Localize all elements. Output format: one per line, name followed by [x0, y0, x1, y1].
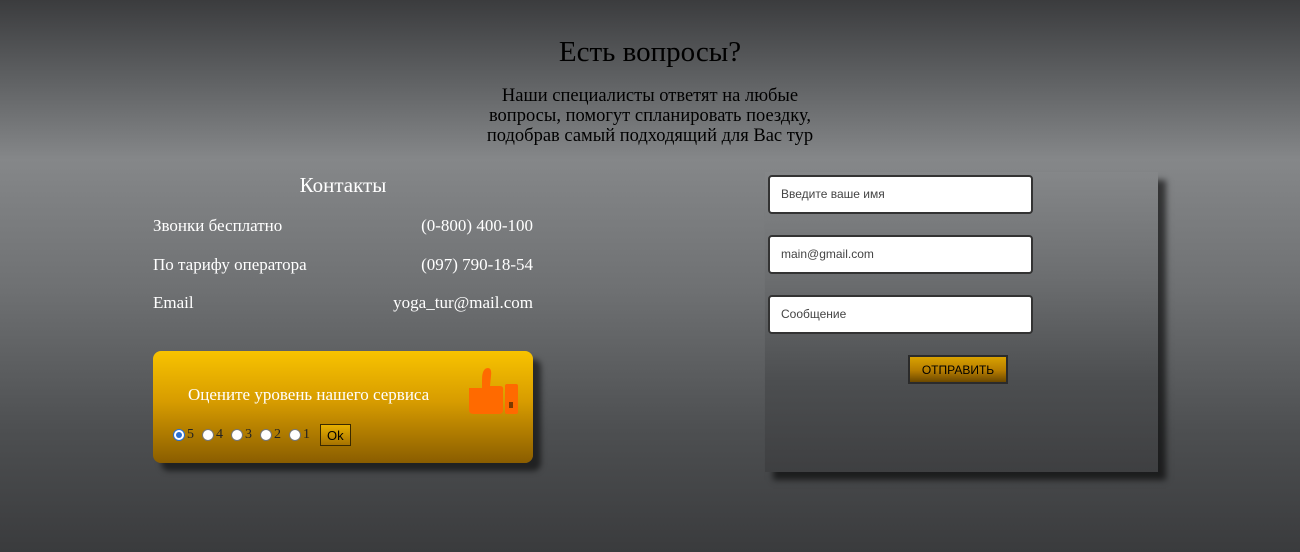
rating-option-label: 1: [303, 427, 310, 442]
contact-label: По тарифу оператора: [153, 255, 307, 274]
rating-option-2[interactable]: 2: [260, 427, 281, 443]
rating-option-label: 4: [216, 427, 223, 442]
radio-5[interactable]: [173, 429, 185, 441]
radio-2[interactable]: [260, 429, 272, 441]
radio-3[interactable]: [231, 429, 243, 441]
subtitle-line: вопросы, помогут спланировать поездку,: [488, 106, 812, 126]
rating-label: Оцените уровень нашего сервиса: [188, 385, 430, 404]
contact-value: (097) 790-18-54: [421, 255, 533, 274]
contact-value: yoga_tur@mail.com: [393, 293, 533, 312]
rating-ok-button[interactable]: Ok: [320, 424, 351, 446]
contacts-title: Контакты: [299, 173, 387, 197]
message-input[interactable]: Сообщение: [768, 295, 1033, 334]
contact-label: Email: [153, 293, 194, 312]
rating-option-label: 2: [274, 427, 281, 442]
contact-label: Звонки бесплатно: [153, 216, 283, 235]
name-input[interactable]: Введите ваше имя: [768, 175, 1033, 214]
rating-option-4[interactable]: 4: [202, 427, 223, 443]
contact-row-operator: По тарифу оператора (097) 790-18-54: [153, 255, 533, 275]
contact-row-email: Email yoga_tur@mail.com: [153, 293, 533, 313]
rating-option-3[interactable]: 3: [231, 427, 252, 443]
radio-1[interactable]: [289, 429, 301, 441]
radio-4[interactable]: [202, 429, 214, 441]
rating-option-label: 3: [245, 427, 252, 442]
page-subtitle: Наши специалисты ответят на любые вопрос…: [470, 86, 830, 146]
rating-option-5[interactable]: 5: [173, 427, 194, 443]
send-button[interactable]: ОТПРАВИТЬ: [908, 355, 1008, 384]
rating-option-label: 5: [187, 427, 194, 442]
contact-row-free-calls: Звонки бесплатно (0-800) 400-100: [153, 216, 533, 236]
subtitle-line: Наши специалисты ответят на любые: [501, 86, 799, 106]
email-input[interactable]: main@gmail.com: [768, 235, 1033, 274]
page-title: Есть вопросы?: [558, 36, 742, 68]
rating-box: Оцените уровень нашего сервиса 5 4 3 2 1…: [153, 351, 533, 463]
subtitle-line: подобрав самый подходящий для Вас тур: [486, 126, 814, 146]
rating-options: 5 4 3 2 1 Ok: [173, 424, 351, 446]
thumbs-up-icon: [469, 368, 518, 414]
contact-value: (0-800) 400-100: [421, 216, 533, 235]
rating-option-1[interactable]: 1: [289, 427, 310, 443]
